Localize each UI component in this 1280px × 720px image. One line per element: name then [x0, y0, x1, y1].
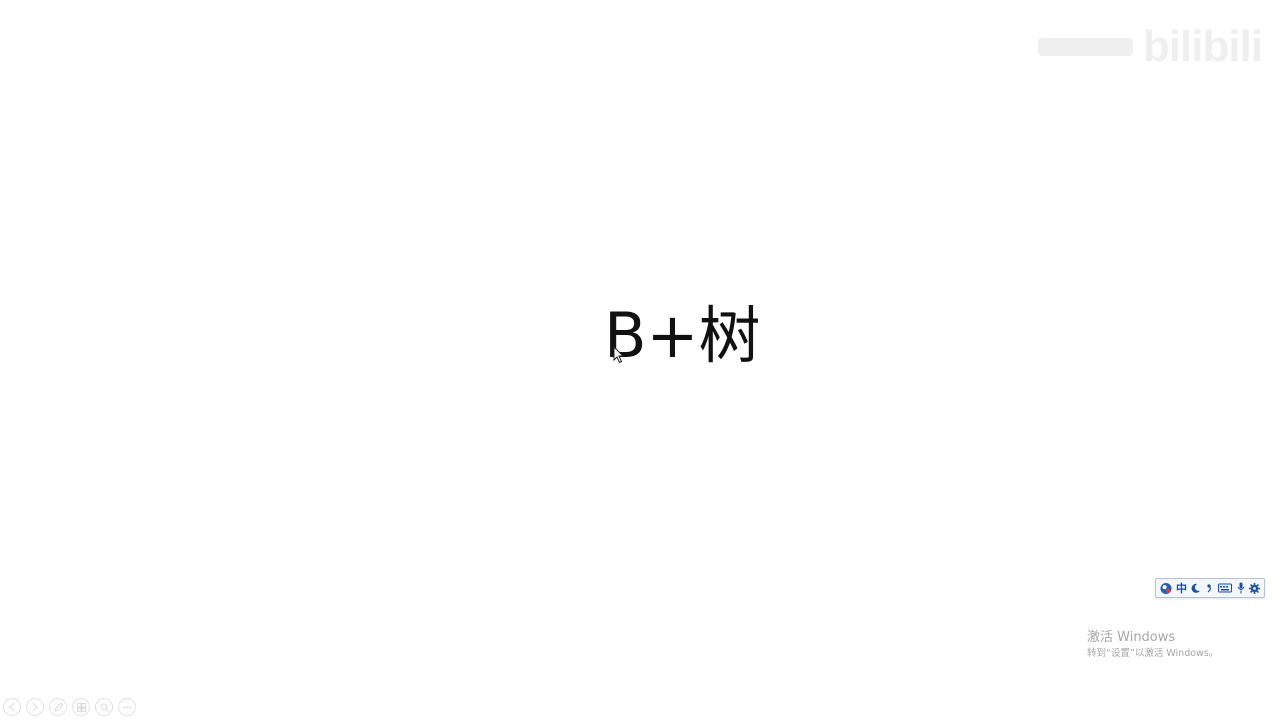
slideshow-screen: bilibili B+树 中 激活 Windows 转到“设置”以激活 Wind…	[0, 0, 1280, 720]
slideshow-controls	[3, 698, 136, 716]
mouse-cursor-icon	[613, 346, 625, 364]
soft-keyboard-icon[interactable]	[1218, 582, 1232, 594]
halfwidth-moon-icon[interactable]	[1191, 582, 1201, 594]
slide-title: B+树	[604, 299, 761, 372]
watermark-badge-icon	[1037, 38, 1133, 56]
settings-gear-icon[interactable]	[1249, 582, 1260, 594]
punctuation-icon[interactable]	[1205, 582, 1214, 594]
ime-toolbar[interactable]: 中	[1155, 578, 1265, 598]
slide-sorter-icon[interactable]	[72, 698, 90, 716]
next-slide-icon[interactable]	[26, 698, 44, 716]
watermark-text: bilibili	[1142, 22, 1263, 71]
ime-logo-icon[interactable]	[1160, 582, 1172, 594]
microphone-icon[interactable]	[1236, 582, 1245, 594]
chinese-mode-button[interactable]: 中	[1176, 582, 1187, 595]
pen-icon[interactable]	[49, 698, 67, 716]
activation-subtitle: 转到“设置”以激活 Windows。	[1087, 648, 1219, 659]
previous-slide-icon[interactable]	[3, 698, 21, 716]
bilibili-watermark: bilibili	[1037, 22, 1263, 72]
zoom-icon[interactable]	[95, 698, 113, 716]
windows-activation-notice: 激活 Windows 转到“设置”以激活 Windows。	[1087, 629, 1218, 661]
activation-title: 激活 Windows	[1087, 630, 1176, 645]
more-options-icon[interactable]	[118, 698, 136, 716]
